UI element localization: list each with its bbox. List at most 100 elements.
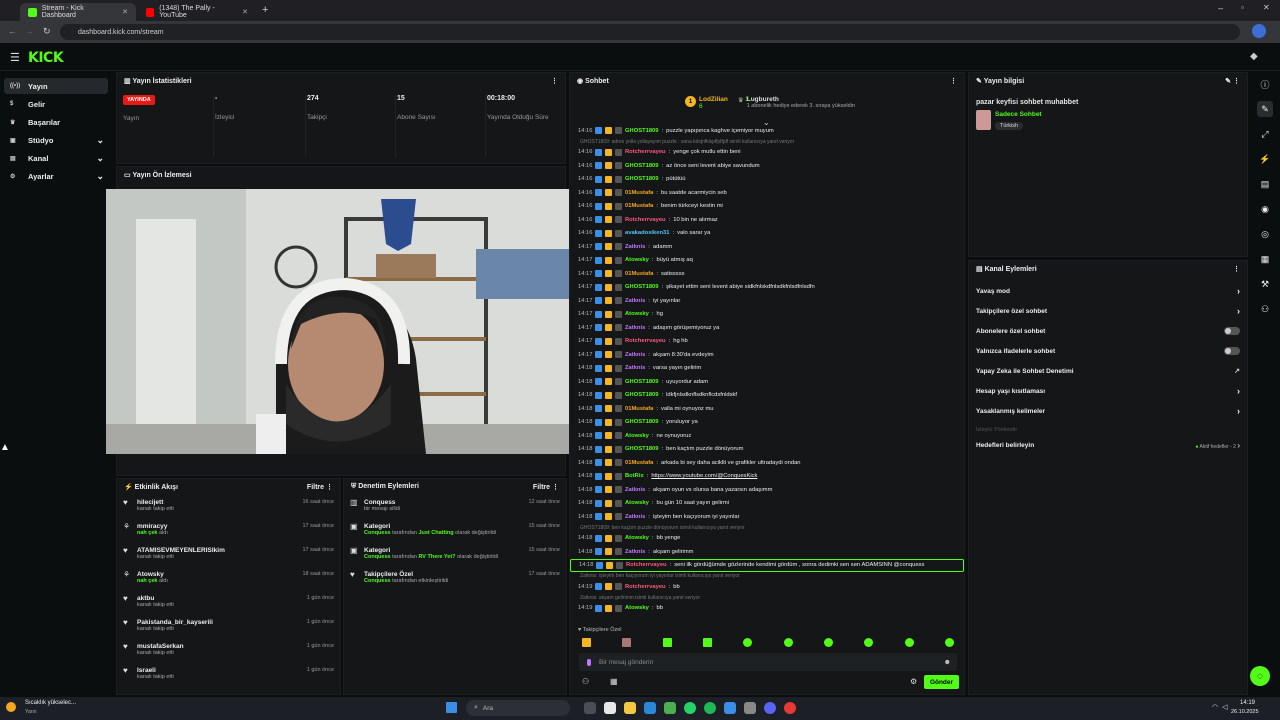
chat-username[interactable]: Zatknis [625, 325, 645, 331]
chat-message[interactable]: 14:17 GHOST1809: şikayet ettim seni levent… [570, 281, 964, 295]
moderation-item[interactable]: ♥ Takipçilere Özel Conquess tarafından etk… [344, 567, 566, 591]
chat-message[interactable]: 14:18 Atowsky: bb yenge [570, 532, 964, 546]
chat-message[interactable]: 14:18 01Mustafa: arkada bi sey daha aciklt… [570, 456, 964, 470]
wifi-icon[interactable]: ◠ [1212, 703, 1218, 711]
chat-message[interactable]: 14:18 GHOST1809: ben kaçtım puzzle dönüyor… [570, 443, 964, 457]
chat-username[interactable]: Rotcherrvayeu [625, 149, 666, 155]
chat-message[interactable]: 14:18 Zatknis: işteyim ben kaçıyorum iyi y… [570, 510, 964, 524]
activity-item[interactable]: ⚘ Atowsky nah çek aldı 18 saat önce [117, 567, 340, 591]
chat-input[interactable]: Bir mesaj gönderin ☻ [579, 653, 957, 671]
chat-username[interactable]: Zatknis [625, 352, 645, 358]
chat-settings-icon[interactable]: ⚙ [910, 677, 917, 686]
sidebar-item-0[interactable]: ((•)) Yayın [4, 78, 108, 94]
chat-message[interactable]: 14:19 Atowsky: bb [570, 602, 964, 616]
emote-icon[interactable] [864, 638, 874, 647]
chat-username[interactable]: GHOST1809 [625, 392, 659, 398]
chat-username[interactable]: GHOST1809 [625, 379, 659, 385]
send-button[interactable]: Gönder [924, 675, 959, 689]
sidebar-item-2[interactable]: ♛ Başarılar [4, 114, 108, 130]
chat-message[interactable]: 14:17 01Mustafa: satisssss [570, 267, 964, 281]
whatsapp-icon[interactable] [684, 702, 696, 714]
top-gifter-1[interactable]: 1 LodZilian 6 [685, 96, 728, 110]
chat-message[interactable]: 14:16 GHOST1809: puzzle yapıpınca kaghve i… [570, 124, 964, 138]
sidebar-item-4[interactable]: ▤ Kanal ⌄ [4, 150, 108, 166]
tab-kick-dashboard[interactable]: Stream - Kick Dashboard ✕ [20, 3, 136, 21]
moderation-item[interactable]: ▣ Kategori Conquess tarafından RV There Ye… [344, 543, 566, 567]
emote-icon[interactable] [944, 638, 954, 647]
new-tab-button[interactable]: + [262, 4, 268, 16]
chat-username[interactable]: avakadosiken31 [625, 230, 669, 236]
emote-icon[interactable] [743, 638, 753, 647]
file-explorer-icon[interactable] [624, 702, 636, 714]
more-options-icon[interactable]: ⋮ [552, 484, 559, 491]
emoji-icon[interactable]: ☻ [944, 659, 951, 666]
video-preview[interactable] [106, 189, 575, 454]
url-field[interactable]: dashboard.kick.com/stream [60, 24, 1240, 40]
sidebar-item-1[interactable]: $ Gelir [4, 96, 108, 112]
spotify-icon[interactable] [704, 702, 716, 714]
emote-icon[interactable] [823, 638, 833, 647]
settings-users-icon[interactable]: ⚇ [582, 677, 589, 686]
chat-username[interactable]: Rotcherrvayeu [625, 338, 666, 344]
moderation-filter-button[interactable]: Filtre [533, 484, 550, 491]
app-icon[interactable] [604, 702, 616, 714]
emote-icon[interactable] [904, 638, 914, 647]
forward-icon[interactable]: → [25, 26, 34, 36]
activity-item[interactable]: ♥ Israeli kanalı takip etti 1 gün önce [117, 663, 340, 687]
chat-username[interactable]: 01Mustafa [625, 460, 653, 466]
info-icon[interactable]: ⓘ [1257, 76, 1273, 92]
channel-action-row[interactable]: Hesap yaşı kısıtlaması › [969, 381, 1247, 401]
chat-message[interactable]: 14:18 01Mustafa: valla mi oynuyoz mu [570, 402, 964, 416]
expand-icon[interactable]: ⤢ [1257, 126, 1273, 142]
chat-username[interactable]: GHOST1809 [625, 176, 659, 182]
toggle-switch[interactable] [1224, 327, 1240, 335]
goals-row[interactable]: Hedefleri belirleyin ● Aktif hedefler - … [969, 435, 1247, 455]
chat-username[interactable]: Atowsky [625, 500, 649, 506]
toggle-switch[interactable] [1224, 347, 1240, 355]
task-view-icon[interactable] [584, 702, 596, 714]
chat-message[interactable]: 14:18 Zatknis: akşam oyun vs olursa bana y… [570, 483, 964, 497]
chat-username[interactable]: GHOST1809 [625, 284, 659, 290]
weather-text[interactable]: Sıcaklık yükselec... [25, 700, 76, 706]
chat-username[interactable]: 01Mustafa [625, 190, 653, 196]
chat-username[interactable]: Rotcherrvayeu [625, 217, 666, 223]
calendar-icon[interactable]: ▦ [610, 677, 618, 686]
chat-message[interactable]: 14:16 GHOST1809: az önce seni levent abiye… [570, 159, 964, 173]
chat-message[interactable]: 14:18 GHOST1809: ldkfjnlsdknflsdknflcdsfnl… [570, 389, 964, 403]
taskbar-search[interactable]: ⌕ Ara [466, 700, 570, 716]
hamburger-menu-icon[interactable]: ☰ [10, 51, 20, 64]
activity-filter-button[interactable]: Filtre [307, 484, 324, 491]
chat-username[interactable]: GHOST1809 [625, 419, 659, 425]
chat-username[interactable]: Zatknis [625, 244, 645, 250]
chat-message[interactable]: 14:18 GHOST1809: yoruluyor ya [570, 416, 964, 430]
activity-item[interactable]: ♥ hilecijett kanalı takip etti 16 saat önce [117, 495, 340, 519]
close-tab-icon[interactable]: ✕ [122, 8, 128, 16]
chat-message[interactable]: 14:17 Zatknis: adamm [570, 240, 964, 254]
back-icon[interactable]: ← [8, 26, 17, 36]
chat-username[interactable]: Atowsky [625, 311, 649, 317]
channel-action-row[interactable]: Yalnızca ifadelerle sohbet [969, 341, 1247, 361]
chat-username[interactable]: Rotcherrvayeu [626, 562, 667, 568]
store-icon[interactable]: ▦ [1257, 251, 1273, 267]
emote-icon[interactable] [783, 638, 793, 647]
broadcast-tool-icon[interactable]: ◎ [1257, 226, 1273, 242]
maximize-icon[interactable]: ▫ [1241, 3, 1244, 12]
more-options-icon[interactable]: ⋮ [950, 77, 957, 85]
chat-username[interactable]: BotRix [625, 473, 644, 479]
chat-username[interactable]: GHOST1809 [625, 163, 659, 169]
edit-icon[interactable]: ✎ [1225, 78, 1231, 85]
more-options-icon[interactable]: ⋮ [551, 77, 558, 85]
chat-message[interactable]: 14:18 Atowsky: ne oynuyoruz [570, 429, 964, 443]
chat-username[interactable]: GHOST1809 [625, 128, 659, 134]
chat-username[interactable]: Zatknis [625, 487, 645, 493]
document-icon[interactable]: ▤ [1257, 176, 1273, 192]
edge-icon[interactable] [644, 702, 656, 714]
app-icon[interactable] [724, 702, 736, 714]
moderation-item[interactable]: ▥ Conquess bir mesajı silldi 12 saat önce [344, 495, 566, 519]
close-window-icon[interactable]: ✕ [1263, 3, 1270, 12]
chat-username[interactable]: Atowsky [625, 257, 649, 263]
chat-username[interactable]: Atowsky [625, 433, 649, 439]
chat-username[interactable]: 01Mustafa [625, 406, 653, 412]
minimize-icon[interactable]: – [1218, 3, 1223, 13]
chat-username[interactable]: Atowsky [625, 605, 649, 611]
